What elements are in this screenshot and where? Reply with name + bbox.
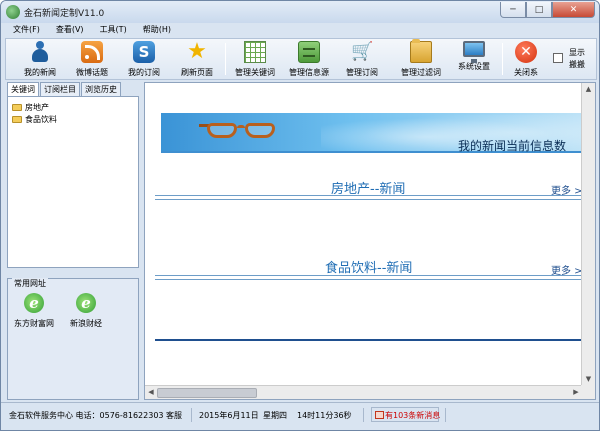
horizontal-scroll-thumb[interactable] — [157, 388, 257, 398]
status-separator — [445, 408, 446, 422]
scroll-left-icon[interactable]: ◀ — [145, 386, 157, 399]
maximize-button[interactable]: □ — [526, 2, 552, 18]
manage-filter-words-button[interactable]: 管理过滤词 — [397, 39, 445, 79]
weibo-topics-button[interactable]: 微博话题 — [72, 40, 112, 79]
refresh-page-label: 刷新页面 — [181, 68, 213, 77]
new-messages-indicator[interactable]: 有103条新消息 — [371, 407, 441, 422]
section-divider — [155, 195, 583, 196]
news-content-frame: 我的新闻当前信息数 房地产--新闻 更多 > 食品饮料--新闻 更多 > ▲ ▼… — [144, 82, 596, 400]
status-weekday: 星期四 — [263, 411, 287, 420]
menu-view[interactable]: 查看(V) — [48, 23, 92, 37]
tree-item-label: 食品饮料 — [25, 114, 57, 124]
weibo-topics-label: 微博话题 — [76, 68, 108, 77]
new-messages-text: 有103条新消息 — [385, 411, 441, 420]
menu-tools[interactable]: 工具(T) — [92, 23, 135, 37]
system-settings-button[interactable]: 系统设置 — [454, 40, 494, 79]
folder-icon — [410, 39, 432, 63]
tab-browse-history[interactable]: 浏览历史 — [81, 82, 121, 96]
favorites-group: 常用网址 e 东方财富网 e 新浪财经 — [7, 278, 139, 400]
monitor-icon — [463, 41, 485, 63]
ie-browser-icon: e — [24, 293, 44, 313]
tab-subscription-columns[interactable]: 订阅栏目 — [40, 82, 80, 96]
section-heading-food-beverage[interactable]: 食品饮料--新闻 — [325, 257, 412, 276]
tab-keywords[interactable]: 关键词 — [7, 82, 39, 97]
manage-sources-label: 管理信息源 — [289, 68, 329, 77]
status-date: 2015年6月11日 — [199, 411, 259, 420]
star-icon: ★ — [187, 39, 207, 64]
favorite-label: 东方财富网 — [14, 319, 54, 328]
close-x-icon: ✕ — [515, 41, 537, 63]
my-news-label: 我的新闻 — [24, 68, 56, 77]
glasses-graphic — [199, 121, 279, 143]
manage-subscriptions-label: 管理订阅 — [346, 68, 378, 77]
refresh-page-button[interactable]: ★ 刷新页面 — [177, 40, 217, 79]
my-news-button[interactable]: 我的新闻 — [20, 40, 60, 79]
status-bar: 金石软件服务中心 电话：0576-81622303 客服 2015年6月11日 … — [1, 402, 599, 430]
favorite-sina-finance[interactable]: e 新浪财经 — [64, 293, 108, 329]
folder-icon — [12, 103, 22, 111]
manage-keywords-label: 管理关键词 — [235, 68, 275, 77]
favorite-label: 新浪财经 — [70, 319, 102, 328]
left-panel: 关键词 订阅栏目 浏览历史 房地产 食品饮料 常用网址 e 东方财富网 e 新浪… — [7, 82, 139, 400]
my-subscriptions-button[interactable]: S 我的订阅 — [124, 40, 164, 79]
news-banner: 我的新闻当前信息数 — [161, 113, 583, 161]
message-icon — [375, 411, 384, 419]
toolbar: 我的新闻 微博话题 S 我的订阅 ★ 刷新页面 管理关键词 管理信息源 🛒 管理… — [5, 38, 597, 80]
ie-browser-icon: e — [76, 293, 96, 313]
keyword-tree: 房地产 食品饮料 — [7, 96, 139, 268]
favorite-eastmoney[interactable]: e 东方财富网 — [12, 293, 56, 329]
subscribe-icon: S — [133, 41, 155, 63]
grid-icon — [244, 41, 266, 63]
close-button[interactable]: ✕ — [552, 2, 595, 18]
menu-help[interactable]: 帮助(H) — [135, 23, 179, 37]
tree-item-label: 房地产 — [25, 102, 49, 112]
app-window: 金石新闻定制V11.0 ─ □ ✕ 文件(F) 查看(V) 工具(T) 帮助(H… — [0, 0, 600, 431]
close-system-button[interactable]: ✕ 关闭系 — [508, 40, 544, 79]
horizontal-scrollbar[interactable]: ◀ ▶ — [145, 385, 582, 399]
show-count-label: 显示 搬搬 — [569, 48, 585, 69]
minimize-button[interactable]: ─ — [500, 2, 526, 18]
menu-bar: 文件(F) 查看(V) 工具(T) 帮助(H) — [5, 23, 597, 37]
manage-subscriptions-button[interactable]: 🛒 管理订阅 — [340, 40, 384, 79]
vertical-scrollbar[interactable]: ▲ ▼ — [581, 83, 595, 385]
tree-item-real-estate[interactable]: 房地产 — [12, 101, 49, 113]
status-company-contact: 金石软件服务中心 电话：0576-81622303 客服 — [9, 411, 183, 420]
scroll-up-icon[interactable]: ▲ — [582, 83, 595, 95]
scroll-corner — [581, 385, 595, 399]
app-logo-icon — [6, 5, 20, 19]
content-footer-rule — [155, 339, 583, 341]
status-separator — [191, 408, 192, 422]
rss-icon — [81, 41, 103, 63]
cart-icon: 🛒 — [351, 41, 374, 62]
menu-file[interactable]: 文件(F) — [5, 23, 48, 37]
cabinet-icon — [298, 41, 320, 63]
title-bar: 金石新闻定制V11.0 ─ □ ✕ — [1, 1, 599, 23]
section-divider — [155, 199, 583, 200]
banner-title: 我的新闻当前信息数 — [458, 139, 567, 153]
toolbar-separator — [502, 43, 503, 75]
folder-icon — [12, 115, 22, 123]
section-divider — [155, 279, 583, 280]
tree-item-food-beverage[interactable]: 食品饮料 — [12, 113, 57, 125]
scroll-down-icon[interactable]: ▼ — [582, 373, 595, 385]
status-separator — [363, 408, 364, 422]
section-divider — [155, 275, 583, 276]
manage-keywords-button[interactable]: 管理关键词 — [231, 40, 279, 79]
window-controls: ─ □ ✕ — [500, 2, 595, 18]
window-title: 金石新闻定制V11.0 — [24, 9, 105, 19]
toolbar-separator — [225, 43, 226, 75]
close-system-label: 关闭系 — [514, 68, 538, 77]
person-icon — [29, 41, 51, 63]
left-tabs: 关键词 订阅栏目 浏览历史 — [7, 82, 122, 97]
status-time: 14时11分36秒 — [297, 411, 352, 420]
favorites-title: 常用网址 — [12, 278, 48, 289]
manage-filter-words-label: 管理过滤词 — [401, 68, 441, 77]
manage-sources-button[interactable]: 管理信息源 — [285, 40, 333, 79]
show-count-checkbox[interactable] — [553, 53, 563, 63]
my-subscriptions-label: 我的订阅 — [128, 68, 160, 77]
